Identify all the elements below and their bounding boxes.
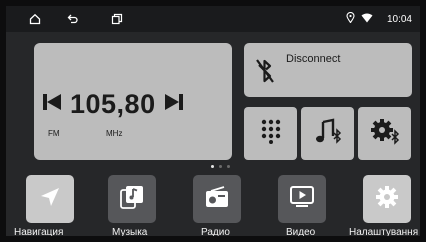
radio-band: FM [48,129,60,138]
app-label: Видео [286,227,316,236]
navigation-tile[interactable] [26,175,74,223]
app-label: Музыка [112,227,148,236]
wifi-icon [361,13,373,26]
frequency-unit: MHz [106,129,123,138]
radio-frequency: 105,80 [70,88,156,119]
app-label: Налаштування [349,227,419,236]
app-label: Навигация [14,227,64,236]
page-dot [227,165,230,168]
music-tile[interactable] [108,175,156,223]
bluetooth-settings-tile[interactable] [358,107,411,160]
status-bar: 10:04 [6,6,420,32]
home-icon[interactable] [26,10,44,28]
radio-icon [205,185,229,213]
page-dot [219,165,222,168]
next-station-icon[interactable] [164,93,184,116]
device-frame: 10:04 105,80 FM MHz Disconnect Навигация… [0,0,426,242]
bluetooth-music-icon [314,118,342,149]
page-indicator [211,165,230,168]
bluetooth-widget[interactable]: Disconnect [244,43,412,97]
dialpad-icon [260,118,282,149]
screen: 10:04 105,80 FM MHz Disconnect Навигация… [6,6,420,236]
back-icon[interactable] [64,10,82,28]
bluetooth-music-tile[interactable] [301,107,354,160]
bluetooth-settings-icon [370,117,400,150]
radio-widget[interactable]: 105,80 FM MHz [34,43,232,160]
bluetooth-disabled-icon [254,57,276,85]
video-tile[interactable] [278,175,326,223]
settings-icon [375,185,399,214]
bluetooth-status: Disconnect [286,53,341,65]
app-label: Радио [201,227,230,236]
clock: 10:04 [386,13,412,25]
page-dot [211,165,214,168]
location-icon [346,11,355,26]
dialpad-tile[interactable] [244,107,297,160]
recent-apps-icon[interactable] [108,10,126,28]
video-icon [290,185,314,213]
navigation-icon [39,186,61,213]
music-icon [120,185,144,214]
previous-station-icon[interactable] [42,93,62,116]
settings-tile[interactable] [363,175,411,223]
radio-tile[interactable] [193,175,241,223]
